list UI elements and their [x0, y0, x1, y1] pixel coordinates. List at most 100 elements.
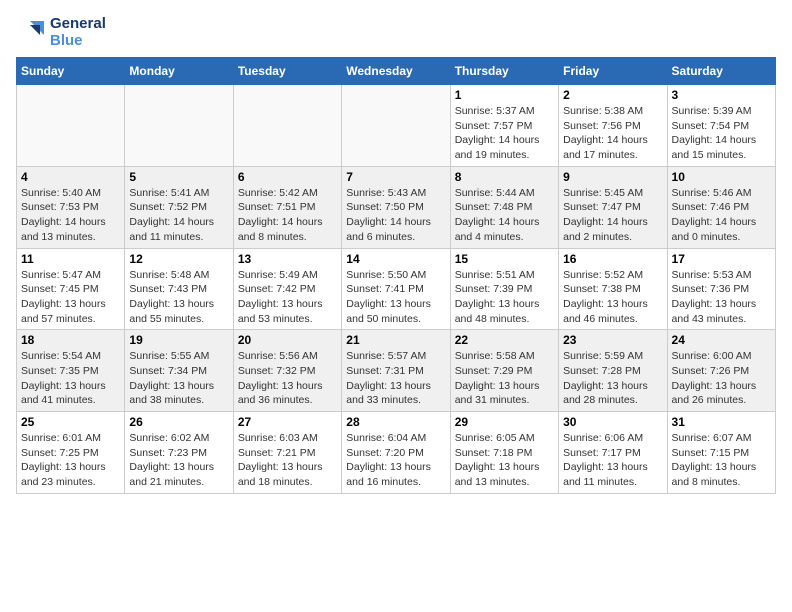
calendar-day-cell: [342, 85, 450, 167]
day-number: 30: [563, 415, 662, 429]
day-number: 17: [672, 252, 771, 266]
day-info: Sunrise: 6:07 AM Sunset: 7:15 PM Dayligh…: [672, 431, 771, 490]
day-info: Sunrise: 6:01 AM Sunset: 7:25 PM Dayligh…: [21, 431, 120, 490]
day-number: 11: [21, 252, 120, 266]
day-number: 29: [455, 415, 554, 429]
day-number: 20: [238, 333, 337, 347]
day-info: Sunrise: 5:50 AM Sunset: 7:41 PM Dayligh…: [346, 268, 445, 327]
day-number: 15: [455, 252, 554, 266]
day-info: Sunrise: 5:51 AM Sunset: 7:39 PM Dayligh…: [455, 268, 554, 327]
day-of-week-header: Monday: [125, 58, 233, 85]
day-info: Sunrise: 5:52 AM Sunset: 7:38 PM Dayligh…: [563, 268, 662, 327]
calendar-day-cell: 21Sunrise: 5:57 AM Sunset: 7:31 PM Dayli…: [342, 330, 450, 412]
calendar-day-cell: 1Sunrise: 5:37 AM Sunset: 7:57 PM Daylig…: [450, 85, 558, 167]
calendar-day-cell: 10 Sunrise: 5:46 AM Sunset: 7:46 PM Dayli…: [667, 166, 775, 248]
calendar-week-row: 18 Sunrise: 5:54 AM Sunset: 7:35 PM Dayli…: [17, 330, 776, 412]
day-number: 13: [238, 252, 337, 266]
day-number: 25: [21, 415, 120, 429]
day-info: Sunrise: 5:55 AM Sunset: 7:34 PM Dayligh…: [129, 349, 228, 408]
day-info: Sunrise: 5:38 AM Sunset: 7:56 PM Dayligh…: [563, 104, 662, 163]
day-info: Sunrise: 5:37 AM Sunset: 7:57 PM Dayligh…: [455, 104, 554, 163]
day-number: 26: [129, 415, 228, 429]
calendar-day-cell: 9 Sunrise: 5:45 AM Sunset: 7:47 PM Daylig…: [559, 166, 667, 248]
calendar-day-cell: [17, 85, 125, 167]
calendar-table: SundayMondayTuesdayWednesdayThursdayFrid…: [16, 57, 776, 494]
calendar-day-cell: 18 Sunrise: 5:54 AM Sunset: 7:35 PM Dayli…: [17, 330, 125, 412]
day-info: Sunrise: 5:49 AM Sunset: 7:42 PM Dayligh…: [238, 268, 337, 327]
calendar-day-cell: 13 Sunrise: 5:49 AM Sunset: 7:42 PM Dayli…: [233, 248, 341, 330]
calendar-day-cell: 11 Sunrise: 5:47 AM Sunset: 7:45 PM Dayli…: [17, 248, 125, 330]
logo: General Blue: [16, 16, 106, 49]
day-of-week-header: Saturday: [667, 58, 775, 85]
calendar-week-row: 25 Sunrise: 6:01 AM Sunset: 7:25 PM Dayli…: [17, 412, 776, 494]
day-info: Sunrise: 5:45 AM Sunset: 7:47 PM Dayligh…: [563, 186, 662, 245]
day-info: Sunrise: 6:03 AM Sunset: 7:21 PM Dayligh…: [238, 431, 337, 490]
calendar-week-row: 1Sunrise: 5:37 AM Sunset: 7:57 PM Daylig…: [17, 85, 776, 167]
day-info: Sunrise: 5:48 AM Sunset: 7:43 PM Dayligh…: [129, 268, 228, 327]
day-number: 4: [21, 170, 120, 184]
day-number: 31: [672, 415, 771, 429]
calendar-day-cell: 3 Sunrise: 5:39 AM Sunset: 7:54 PM Daylig…: [667, 85, 775, 167]
day-of-week-header: Wednesday: [342, 58, 450, 85]
day-info: Sunrise: 5:56 AM Sunset: 7:32 PM Dayligh…: [238, 349, 337, 408]
day-info: Sunrise: 5:46 AM Sunset: 7:46 PM Dayligh…: [672, 186, 771, 245]
calendar-day-cell: 27 Sunrise: 6:03 AM Sunset: 7:21 PM Dayli…: [233, 412, 341, 494]
day-info: Sunrise: 5:59 AM Sunset: 7:28 PM Dayligh…: [563, 349, 662, 408]
calendar-day-cell: 31 Sunrise: 6:07 AM Sunset: 7:15 PM Dayli…: [667, 412, 775, 494]
day-number: 12: [129, 252, 228, 266]
day-info: Sunrise: 6:04 AM Sunset: 7:20 PM Dayligh…: [346, 431, 445, 490]
day-number: 8: [455, 170, 554, 184]
calendar-day-cell: 12 Sunrise: 5:48 AM Sunset: 7:43 PM Dayli…: [125, 248, 233, 330]
logo-svg: [16, 17, 48, 49]
calendar-day-cell: 4Sunrise: 5:40 AM Sunset: 7:53 PM Daylig…: [17, 166, 125, 248]
day-of-week-header: Friday: [559, 58, 667, 85]
day-number: 22: [455, 333, 554, 347]
day-number: 7: [346, 170, 445, 184]
day-number: 14: [346, 252, 445, 266]
calendar-body: 1Sunrise: 5:37 AM Sunset: 7:57 PM Daylig…: [17, 85, 776, 494]
day-number: 10: [672, 170, 771, 184]
day-info: Sunrise: 6:00 AM Sunset: 7:26 PM Dayligh…: [672, 349, 771, 408]
day-info: Sunrise: 5:39 AM Sunset: 7:54 PM Dayligh…: [672, 104, 771, 163]
day-info: Sunrise: 6:02 AM Sunset: 7:23 PM Dayligh…: [129, 431, 228, 490]
day-number: 19: [129, 333, 228, 347]
calendar-day-cell: 28Sunrise: 6:04 AM Sunset: 7:20 PM Dayli…: [342, 412, 450, 494]
day-info: Sunrise: 5:41 AM Sunset: 7:52 PM Dayligh…: [129, 186, 228, 245]
days-of-week-row: SundayMondayTuesdayWednesdayThursdayFrid…: [17, 58, 776, 85]
day-info: Sunrise: 5:42 AM Sunset: 7:51 PM Dayligh…: [238, 186, 337, 245]
calendar-week-row: 11 Sunrise: 5:47 AM Sunset: 7:45 PM Dayli…: [17, 248, 776, 330]
day-info: Sunrise: 6:06 AM Sunset: 7:17 PM Dayligh…: [563, 431, 662, 490]
day-number: 24: [672, 333, 771, 347]
day-of-week-header: Tuesday: [233, 58, 341, 85]
day-number: 3: [672, 88, 771, 102]
calendar-day-cell: 25 Sunrise: 6:01 AM Sunset: 7:25 PM Dayli…: [17, 412, 125, 494]
calendar-week-row: 4Sunrise: 5:40 AM Sunset: 7:53 PM Daylig…: [17, 166, 776, 248]
day-number: 9: [563, 170, 662, 184]
day-info: Sunrise: 5:54 AM Sunset: 7:35 PM Dayligh…: [21, 349, 120, 408]
calendar-day-cell: 23Sunrise: 5:59 AM Sunset: 7:28 PM Dayli…: [559, 330, 667, 412]
calendar-day-cell: [125, 85, 233, 167]
day-number: 16: [563, 252, 662, 266]
calendar-header: SundayMondayTuesdayWednesdayThursdayFrid…: [17, 58, 776, 85]
day-info: Sunrise: 5:57 AM Sunset: 7:31 PM Dayligh…: [346, 349, 445, 408]
page-header: General Blue: [16, 16, 776, 49]
day-of-week-header: Thursday: [450, 58, 558, 85]
calendar-day-cell: 22 Sunrise: 5:58 AM Sunset: 7:29 PM Dayli…: [450, 330, 558, 412]
day-info: Sunrise: 5:47 AM Sunset: 7:45 PM Dayligh…: [21, 268, 120, 327]
day-info: Sunrise: 5:58 AM Sunset: 7:29 PM Dayligh…: [455, 349, 554, 408]
day-number: 2: [563, 88, 662, 102]
calendar-day-cell: [233, 85, 341, 167]
day-info: Sunrise: 5:44 AM Sunset: 7:48 PM Dayligh…: [455, 186, 554, 245]
day-info: Sunrise: 5:53 AM Sunset: 7:36 PM Dayligh…: [672, 268, 771, 327]
calendar-day-cell: 29 Sunrise: 6:05 AM Sunset: 7:18 PM Dayli…: [450, 412, 558, 494]
calendar-day-cell: 20 Sunrise: 5:56 AM Sunset: 7:32 PM Dayli…: [233, 330, 341, 412]
calendar-day-cell: 8 Sunrise: 5:44 AM Sunset: 7:48 PM Daylig…: [450, 166, 558, 248]
day-info: Sunrise: 6:05 AM Sunset: 7:18 PM Dayligh…: [455, 431, 554, 490]
calendar-day-cell: 30 Sunrise: 6:06 AM Sunset: 7:17 PM Dayli…: [559, 412, 667, 494]
day-info: Sunrise: 5:43 AM Sunset: 7:50 PM Dayligh…: [346, 186, 445, 245]
day-number: 18: [21, 333, 120, 347]
day-number: 27: [238, 415, 337, 429]
calendar-day-cell: 6Sunrise: 5:42 AM Sunset: 7:51 PM Daylig…: [233, 166, 341, 248]
calendar-day-cell: 7 Sunrise: 5:43 AM Sunset: 7:50 PM Daylig…: [342, 166, 450, 248]
logo-text: General Blue: [50, 16, 106, 49]
